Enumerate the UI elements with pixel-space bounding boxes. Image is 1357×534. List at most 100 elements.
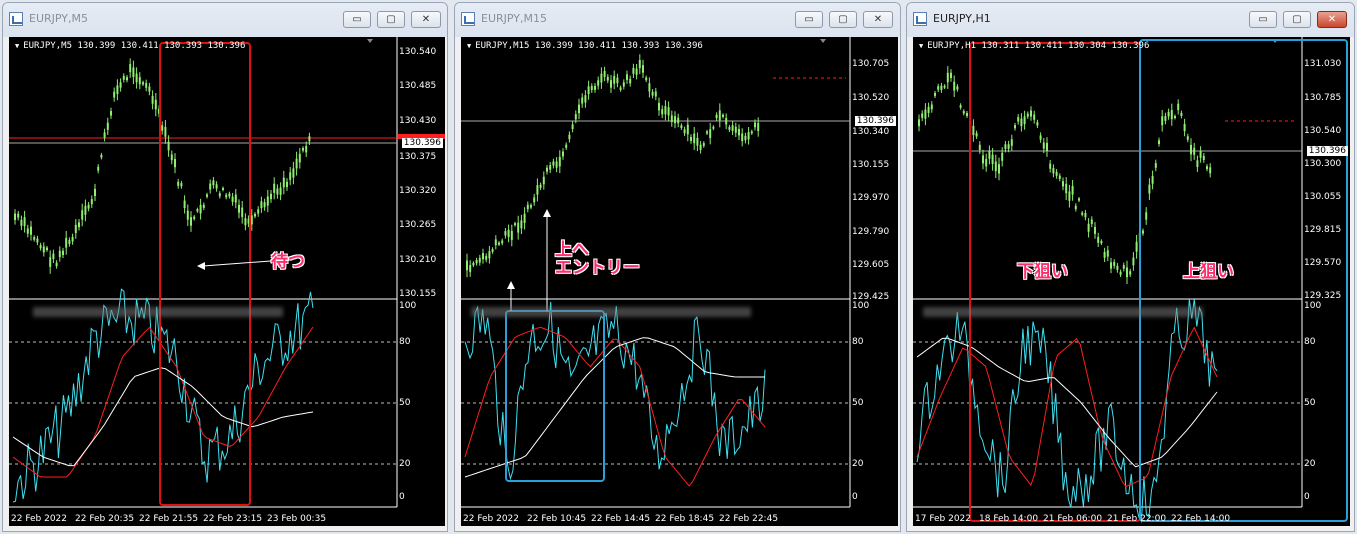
candle-body [263,202,266,208]
candle-body [186,210,189,220]
candle-body [225,194,228,198]
candle-body [1033,114,1036,120]
candle-body [709,129,712,139]
candle-body [552,161,555,166]
candle-body [100,154,103,158]
candle-body [84,205,87,215]
minimize-button[interactable]: ▭ [343,11,371,28]
triangle-down-icon[interactable]: ▼ [919,42,923,50]
candle-body [622,82,625,87]
candle-body [1004,144,1007,150]
price-label: 130.520 [852,93,890,103]
candle-body [298,153,301,163]
candle-body [744,135,747,141]
chart-window-m5[interactable]: EURJPY,M5 ▭ ▢ ✕ ▼ EURJPY,M5 130.399 130.4… [2,2,448,532]
chart-window-icon [913,12,927,26]
minimize-button[interactable]: ▭ [795,11,823,28]
title-bar[interactable]: EURJPY,H1 ▭ ▢ ✕ [907,3,1354,37]
candle-body [950,72,952,78]
candle-body [1122,265,1125,269]
candle-body [23,217,26,227]
price-label: 130.265 [399,220,437,230]
candle-body [74,224,77,233]
title-bar[interactable]: EURJPY,M15 ▭ ▢ ✕ [455,3,900,37]
candle-body [183,200,186,209]
maximize-button[interactable]: ▢ [1283,11,1311,28]
candle-body [81,210,84,220]
candle-body [241,207,244,217]
candle-body [664,106,667,115]
triangle-down-icon[interactable]: ▼ [15,42,19,50]
candle-body [648,83,651,92]
candle-body [1190,144,1192,155]
candle-body [58,250,61,258]
candle-body [1148,184,1151,194]
maximize-button[interactable]: ▢ [829,11,857,28]
time-label: 23 Feb 00:35 [267,514,327,524]
candle-body [154,99,157,110]
candle-body [731,125,734,132]
price-label: 130.155 [399,289,437,299]
candle-body [613,75,616,84]
candle-body [1007,144,1010,149]
blurred-indicator-name [33,307,283,317]
indicator-level-label: 100 [1304,301,1322,311]
candle-body [1209,167,1212,174]
chart-area[interactable]: ▼ EURJPY,M5 130.399 130.411 130.393 130.3… [9,37,445,526]
candle-body [14,213,16,221]
candle-body [228,193,231,197]
candle-body [629,78,632,84]
annotation-target-down: 下狙い [1017,262,1068,282]
maximize-button[interactable]: ▢ [377,11,405,28]
price-label: 130.540 [399,47,437,57]
minimize-button[interactable]: ▭ [1249,11,1277,28]
candle-body [715,114,718,119]
price-and-indicator-plot [461,37,851,508]
close-button[interactable]: ✕ [1317,11,1347,28]
candle-body [943,85,946,88]
chart-window-h1[interactable]: EURJPY,H1 ▭ ▢ ✕ ▼ EURJPY,H1 130.311 130.4… [906,2,1355,532]
candle-body [1126,267,1128,278]
candle-body [1110,262,1112,269]
time-label: 22 Feb 14:00 [1171,514,1231,524]
candle-body [273,183,276,193]
chart-area[interactable]: ▼ EURJPY,H1 130.311 130.411 130.304 130.3… [913,37,1350,526]
candle-body [90,199,93,205]
candle-body [927,106,930,113]
indicator-level-label: 0 [852,492,858,502]
candle-body [507,229,510,238]
window-title: EURJPY,M15 [481,12,547,25]
title-bar[interactable]: EURJPY,M5 ▭ ▢ ✕ [3,3,447,37]
candle-body [270,193,272,200]
close-button[interactable]: ✕ [863,11,893,28]
candle-body [254,213,256,217]
candle-body [1206,166,1208,170]
candle-body [151,95,154,104]
candle-body [626,74,628,80]
indicator-level-label: 80 [399,337,411,347]
candle-body [1142,230,1144,234]
candle-body [494,239,497,246]
close-button[interactable]: ✕ [411,11,441,28]
candle-body [750,131,753,134]
candle-body [584,95,587,103]
indicator-level-label: 20 [1304,459,1316,469]
candle-body [581,97,584,104]
candle-body [517,222,520,233]
candle-body [994,161,997,172]
candle-body [475,260,478,264]
chart-area[interactable]: ▼ EURJPY,M15 130.399 130.411 130.393 130.… [461,37,898,526]
candle-body [530,205,532,208]
candle-body [526,204,529,210]
annotation-entry-up: 上へ エントリー [555,241,640,277]
current-price-tag: 130.396 [401,138,443,148]
candle-body [206,194,208,197]
candle-body [533,197,536,203]
candle-body [482,253,484,260]
candle-body [193,216,196,219]
indicator-level-label: 20 [399,459,411,469]
chart-window-m15[interactable]: EURJPY,M15 ▭ ▢ ✕ ▼ EURJPY,M15 130.399 130… [454,2,901,532]
candle-body [1049,163,1052,169]
stochastic-main-line [916,299,1218,524]
triangle-down-icon[interactable]: ▼ [467,42,471,50]
